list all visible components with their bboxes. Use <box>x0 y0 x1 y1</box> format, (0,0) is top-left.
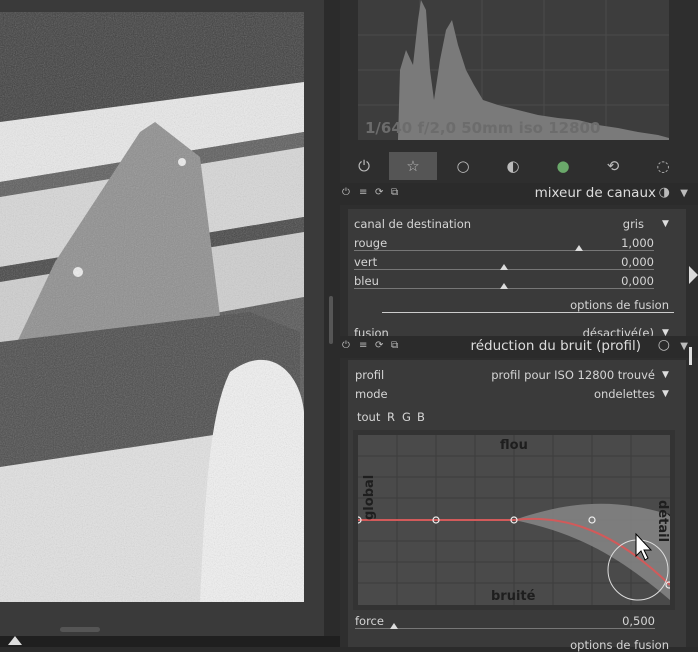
graph-label-left: global <box>362 474 377 520</box>
wavelet-curve[interactable] <box>354 435 673 605</box>
tab-base[interactable]: ○ <box>439 152 487 180</box>
photo-image <box>0 12 304 602</box>
power-icon: ⏻ <box>358 157 370 175</box>
channel-tab-all[interactable]: tout <box>357 410 380 424</box>
vertical-scrollbar[interactable] <box>329 296 333 344</box>
circle-icon: ○ <box>456 157 470 175</box>
slider-value-red[interactable]: 1,000 <box>621 236 654 250</box>
blend-mask-icon: ◑ <box>658 185 670 200</box>
slider-label-red: rouge <box>354 236 388 250</box>
graph-label-bottom: bruité <box>491 589 536 604</box>
slider-value-green[interactable]: 0,000 <box>621 255 654 269</box>
channel-tab-b[interactable]: B <box>417 410 425 424</box>
channel-tab-r[interactable]: R <box>387 410 395 424</box>
destination-label: canal de destination <box>354 217 472 231</box>
module-header-channel-mixer[interactable]: ⏻ ≡ ⟳ ⧉ mixeur de canaux ◑ ▼ <box>340 183 698 205</box>
module-power-icon[interactable]: ⏻ <box>342 187 350 198</box>
tab-color[interactable]: ● <box>539 152 587 180</box>
half-circle-icon: ◐ <box>506 157 520 175</box>
presets-icon[interactable]: ≡ <box>359 340 367 351</box>
multi-instance-icon[interactable]: ⧉ <box>391 187 398 198</box>
chevron-down-icon[interactable]: ▼ <box>662 370 669 380</box>
tab-power[interactable]: ⏻ <box>340 152 388 180</box>
expand-bottom-icon[interactable] <box>8 636 22 645</box>
reset-icon[interactable]: ⟳ <box>375 340 383 351</box>
photo-preview[interactable] <box>0 12 304 602</box>
module-group-tabs: ⏻ ☆ ○ ◐ ● ⟲ ◌ <box>340 150 698 182</box>
chevron-down-icon[interactable]: ▼ <box>662 389 669 399</box>
slider-force[interactable] <box>355 628 655 629</box>
filmstrip-bar <box>0 636 340 647</box>
collapse-right-panel-icon[interactable] <box>689 266 698 284</box>
force-value[interactable]: 0,500 <box>622 614 655 628</box>
tab-correct[interactable]: ⟲ <box>589 152 637 180</box>
slider-value-blue[interactable]: 0,000 <box>621 274 654 288</box>
slider-label-blue: bleu <box>354 274 379 288</box>
expand-icon[interactable]: ▼ <box>680 188 688 199</box>
destination-value[interactable]: gris <box>623 217 644 231</box>
channel-tab-g[interactable]: G <box>402 410 411 424</box>
multi-instance-icon[interactable]: ⧉ <box>391 340 398 351</box>
profile-value[interactable]: profil pour ISO 12800 trouvé <box>491 368 655 382</box>
force-label: force <box>355 614 384 628</box>
profile-label: profil <box>355 368 385 382</box>
slider-blue-knob[interactable] <box>500 283 508 289</box>
tab-favorites[interactable]: ☆ <box>389 152 437 180</box>
star-icon: ☆ <box>406 157 420 175</box>
curve-svg <box>354 435 673 605</box>
blend-options-label[interactable]: options de fusion <box>570 638 669 652</box>
presets-icon[interactable]: ≡ <box>359 187 367 198</box>
reset-icon[interactable]: ⟳ <box>375 187 383 198</box>
slider-force-knob[interactable] <box>390 623 398 629</box>
rotate-icon: ⟲ <box>606 157 620 175</box>
chevron-down-icon[interactable]: ▼ <box>662 219 669 229</box>
graph-label-top: flou <box>500 438 528 453</box>
expand-icon[interactable]: ▼ <box>680 341 688 352</box>
module-title: réduction du bruit (profil) <box>470 338 641 354</box>
right-scrollbar[interactable] <box>689 347 692 365</box>
slider-label-green: vert <box>354 255 378 269</box>
exposure-info: 1/640 f/2,0 50mm iso 12800 <box>365 119 601 137</box>
graph-label-right: détail <box>655 500 670 543</box>
blend-options-label[interactable]: options de fusion <box>570 298 669 312</box>
slider-red[interactable] <box>354 250 654 251</box>
module-header-denoise-profiled[interactable]: ⏻ ≡ ⟳ ⧉ réduction du bruit (profil) ○ ▼ <box>340 336 698 358</box>
color-wheel-icon: ● <box>556 157 570 175</box>
tab-effect[interactable]: ◌ <box>639 152 687 180</box>
divider <box>382 312 674 313</box>
blend-off-icon: ○ <box>657 337 670 353</box>
horizontal-scrollbar[interactable] <box>60 627 100 632</box>
mode-value[interactable]: ondelettes <box>594 387 655 401</box>
aperture-icon: ◌ <box>656 157 670 175</box>
module-title: mixeur de canaux <box>534 185 656 201</box>
tab-tone[interactable]: ◐ <box>489 152 537 180</box>
slider-red-knob[interactable] <box>575 245 583 251</box>
module-power-icon[interactable]: ⏻ <box>342 340 350 351</box>
mode-label: mode <box>355 387 388 401</box>
slider-green-knob[interactable] <box>500 264 508 270</box>
